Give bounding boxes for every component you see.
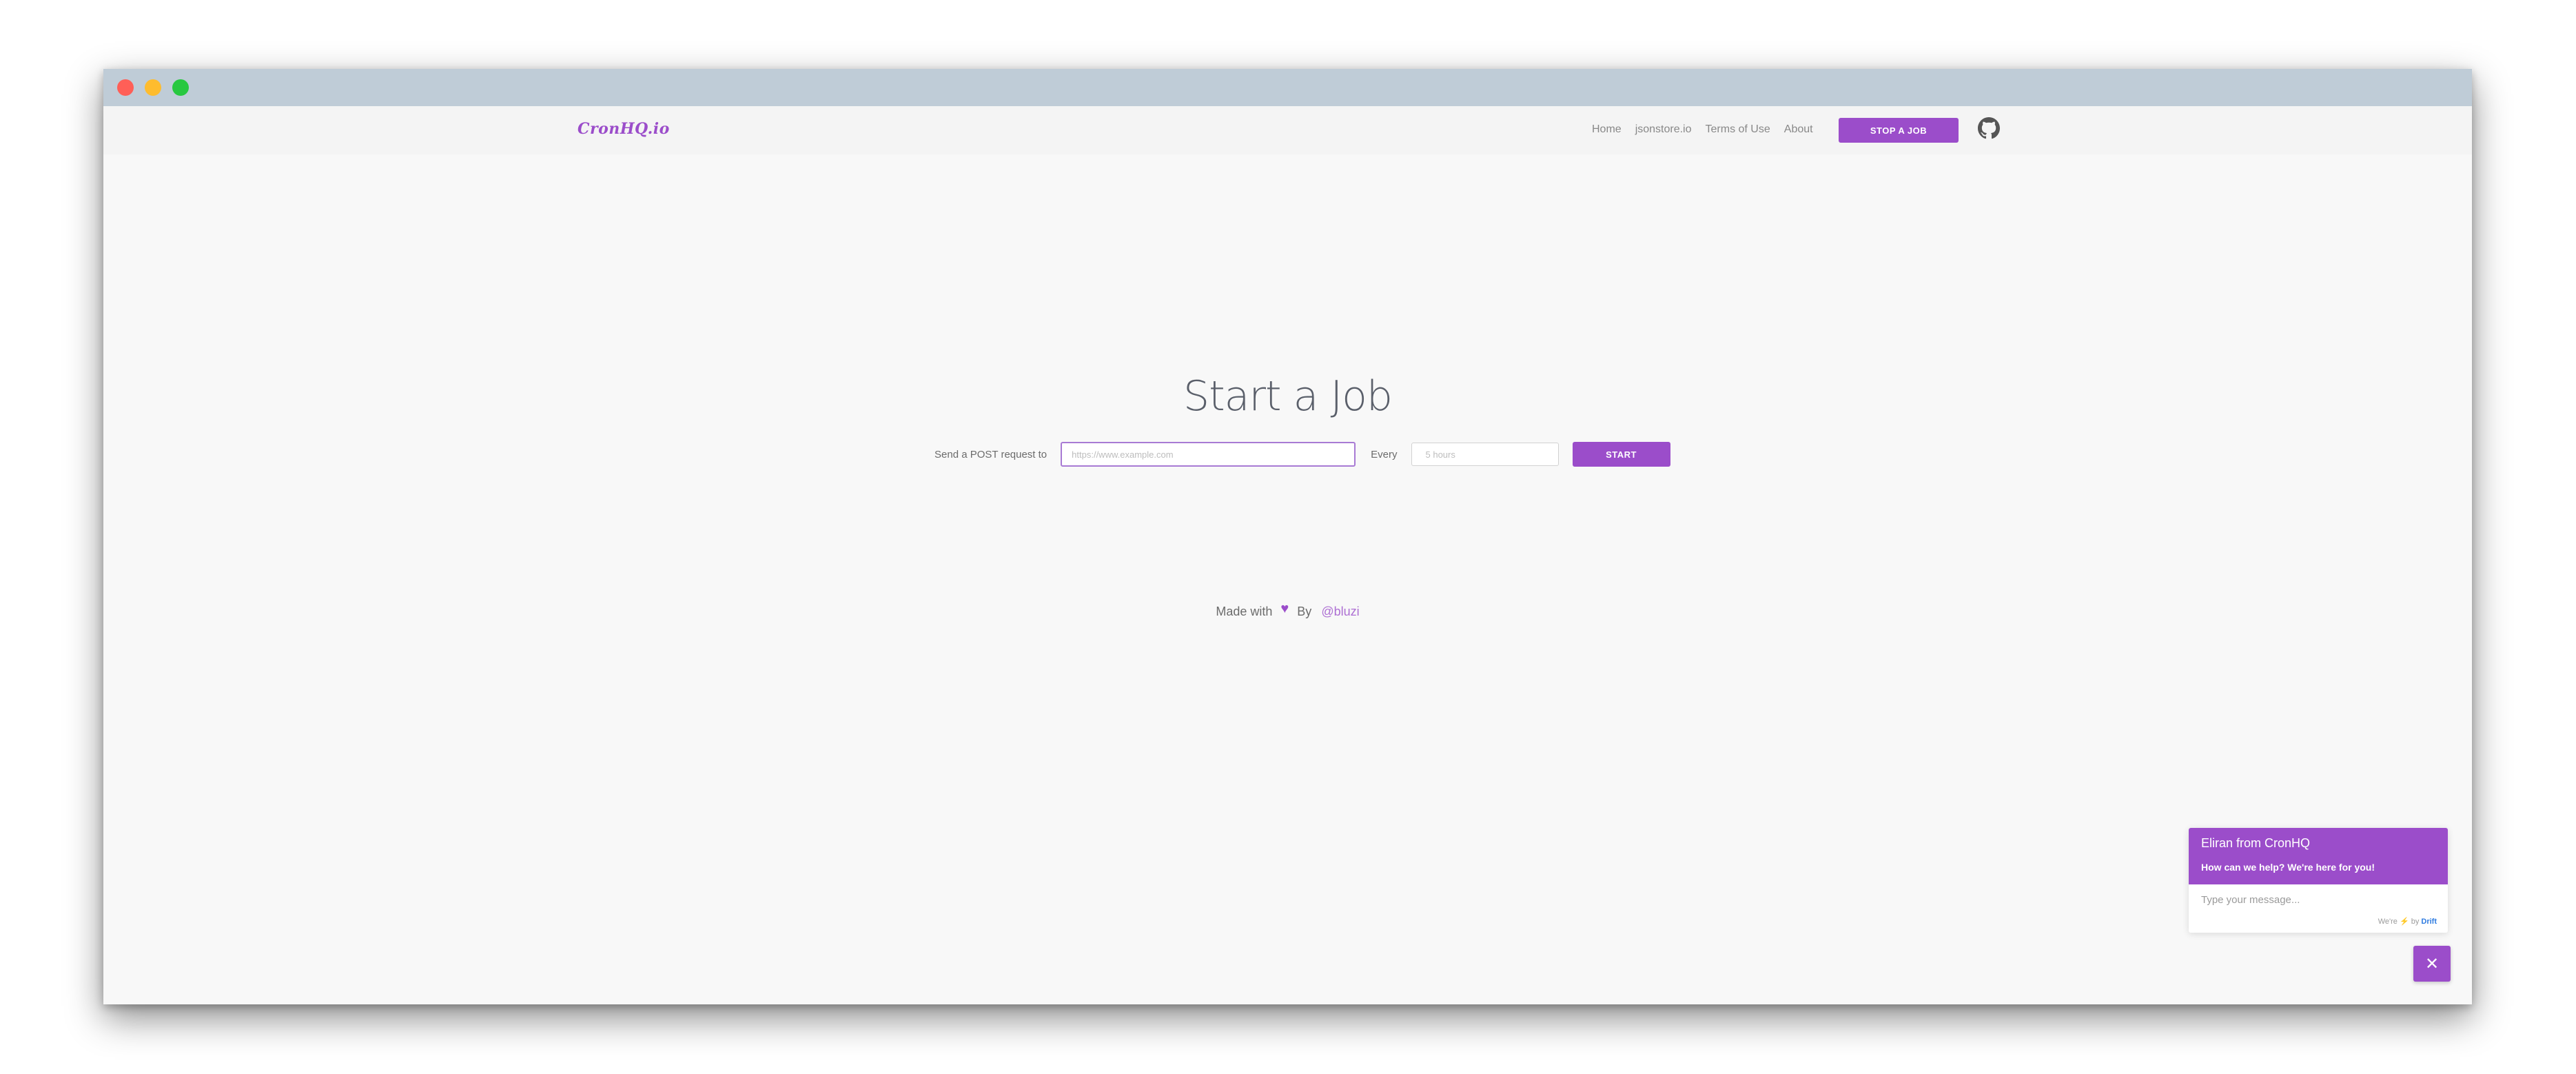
browser-window: CronHQ.io Home jsonstore.io Terms of Use…: [103, 69, 2472, 1004]
nav-links: Home jsonstore.io Terms of Use About: [1592, 123, 1813, 136]
start-button[interactable]: START: [1572, 442, 1670, 467]
stop-job-button[interactable]: STOP A JOB: [1839, 118, 1959, 143]
every-label: Every: [1371, 448, 1398, 460]
footer-credit: Made with ♥ By @bluzi: [103, 601, 2472, 620]
window-titlebar: [103, 69, 2472, 106]
page-title: Start a Job: [1183, 372, 1393, 421]
chat-header: Eliran from CronHQ How can we help? We'r…: [2189, 828, 2448, 884]
nav-link-home[interactable]: Home: [1592, 123, 1622, 136]
made-with-text: Made with: [1216, 605, 1273, 618]
close-icon[interactable]: ✕: [2413, 946, 2451, 982]
navbar: CronHQ.io Home jsonstore.io Terms of Use…: [103, 106, 2472, 154]
bolt-icon: ⚡: [2399, 918, 2409, 926]
nav-link-terms[interactable]: Terms of Use: [1706, 123, 1770, 136]
send-label: Send a POST request to: [934, 448, 1047, 460]
interval-input[interactable]: [1411, 443, 1559, 466]
nav-link-jsonstore[interactable]: jsonstore.io: [1635, 123, 1692, 136]
minimize-window-button[interactable]: [145, 79, 161, 96]
heart-icon: ♥: [1280, 601, 1289, 616]
github-icon[interactable]: [1978, 117, 2000, 139]
chat-message-input[interactable]: Type your message...: [2201, 894, 2435, 906]
drift-brand: Drift: [2421, 918, 2437, 926]
url-input[interactable]: [1061, 442, 1356, 467]
powered-by-text: by: [2411, 918, 2420, 926]
author-link[interactable]: @bluzi: [1321, 605, 1359, 618]
nav-link-about[interactable]: About: [1784, 123, 1813, 136]
maximize-window-button[interactable]: [172, 79, 189, 96]
chat-greeting: How can we help? We're here for you!: [2201, 862, 2375, 873]
job-form: Send a POST request to Every START: [934, 442, 1670, 467]
chat-agent-name: Eliran from CronHQ: [2201, 836, 2311, 850]
brand-logo[interactable]: CronHQ.io: [577, 120, 670, 138]
by-text: By: [1297, 605, 1312, 618]
chat-widget: Eliran from CronHQ How can we help? We'r…: [2189, 828, 2448, 933]
close-window-button[interactable]: [117, 79, 134, 96]
chat-powered-by[interactable]: We're ⚡ by Drift: [2378, 917, 2437, 926]
powered-prefix: We're: [2378, 918, 2398, 926]
